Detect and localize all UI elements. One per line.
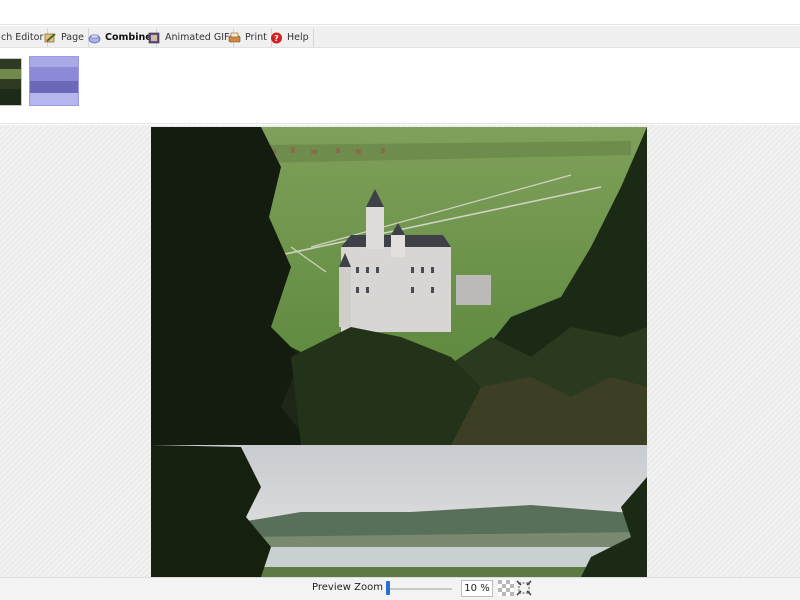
lake-photo-panel	[151, 445, 647, 577]
window-top-strip	[0, 0, 800, 26]
castle-photo-panel	[151, 127, 647, 445]
tab-label: Help	[287, 32, 309, 43]
combined-image-preview	[151, 127, 647, 577]
combined-photo	[151, 127, 647, 577]
zoom-value-field[interactable]: 10 %	[461, 580, 493, 597]
tab-print[interactable]: Print	[224, 28, 272, 47]
tab-label: Page	[61, 32, 84, 43]
castle-thumbnail-image	[0, 59, 21, 105]
zoom-value-text: 10 %	[464, 583, 490, 594]
combine-icon	[88, 32, 101, 44]
thumbnail-castle-photo[interactable]	[0, 58, 22, 106]
tab-animated-gif[interactable]: Animated GIF	[144, 28, 235, 47]
zoom-slider-handle[interactable]	[386, 581, 390, 595]
tab-label: ch Editor	[1, 32, 44, 43]
tab-label: Print	[245, 32, 267, 43]
lake-thumbnail-image	[30, 57, 78, 105]
tab-help[interactable]: ? Help	[266, 28, 314, 47]
fit-to-window-icon[interactable]	[516, 580, 532, 596]
page-icon	[44, 32, 57, 44]
zoom-slider-track[interactable]	[386, 588, 452, 590]
thumbnail-lake-photo[interactable]	[29, 56, 79, 106]
checkerboard-background-icon[interactable]	[498, 580, 514, 596]
svg-text:?: ?	[274, 34, 279, 43]
tab-label: Animated GIF	[165, 32, 230, 43]
tab-page[interactable]: Page	[40, 28, 89, 47]
print-icon	[228, 32, 241, 44]
preview-zoom-label: Preview Zoom	[312, 582, 383, 593]
status-bar: Preview Zoom 10 %	[0, 577, 800, 600]
preview-area	[0, 125, 800, 577]
help-icon: ?	[270, 32, 283, 44]
image-thumbnail-strip	[0, 48, 800, 124]
film-icon	[148, 32, 161, 44]
main-tab-bar: ch Editor Page Combine Animated GIF Prin…	[0, 26, 800, 48]
